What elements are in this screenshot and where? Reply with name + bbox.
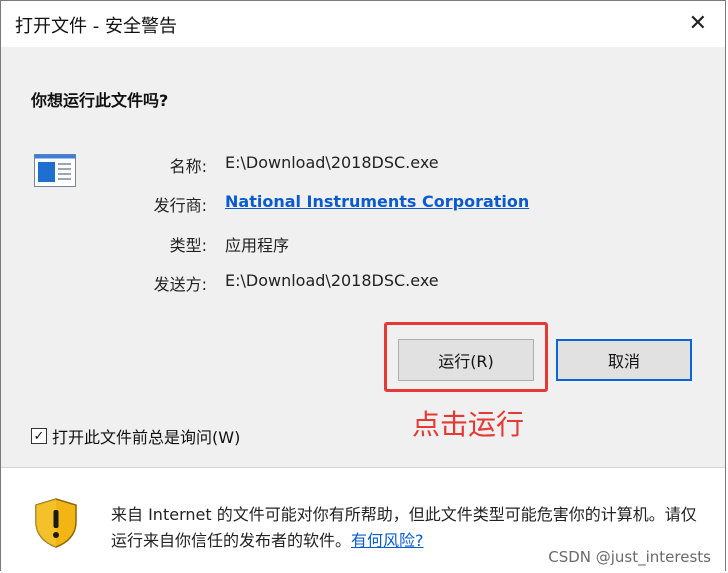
publisher-label: 发行商: [153,196,207,215]
security-shield-warning-icon [35,498,77,548]
window-title: 打开文件 - 安全警告 [15,16,177,37]
name-value: E:\Download\2018DSC.exe [225,153,439,172]
dialog-content: 你想运行此文件吗? 名称: E:\Download\2018DSC.exe 发行… [1,47,725,467]
warning-footer: 来自 Internet 的文件可能对你有所帮助，但此文件类型可能危害你的计算机。… [1,468,725,572]
type-value: 应用程序 [225,236,290,255]
name-label: 名称: [169,157,207,176]
always-ask-label[interactable]: 打开此文件前总是询问(W) [52,424,240,448]
publisher-link[interactable]: National Instruments Corporation [225,192,529,211]
sender-label: 发送方: [153,275,207,294]
title-bar: 打开文件 - 安全警告 ✕ [1,1,725,47]
security-warning-text: 来自 Internet 的文件可能对你有所帮助，但此文件类型可能危害你的计算机。… [111,502,711,554]
run-question: 你想运行此文件吗? [31,91,169,110]
run-button[interactable]: 运行(R) [398,339,534,381]
always-ask-option[interactable]: ✓ 打开此文件前总是询问(W) [31,424,240,448]
click-run-annotation: 点击运行 [412,408,525,441]
cancel-button[interactable]: 取消 [556,339,692,381]
always-ask-checkbox[interactable]: ✓ [31,428,47,444]
application-file-icon [34,154,76,187]
sender-value: E:\Download\2018DSC.exe [225,271,439,290]
close-icon[interactable]: ✕ [689,11,707,36]
type-label: 类型: [169,236,207,255]
csdn-watermark: CSDN @just_interests [548,548,711,566]
risk-link[interactable]: 有何风险? [351,531,424,550]
security-warning-dialog: 打开文件 - 安全警告 ✕ 你想运行此文件吗? 名称: E:\Download\… [0,0,726,572]
